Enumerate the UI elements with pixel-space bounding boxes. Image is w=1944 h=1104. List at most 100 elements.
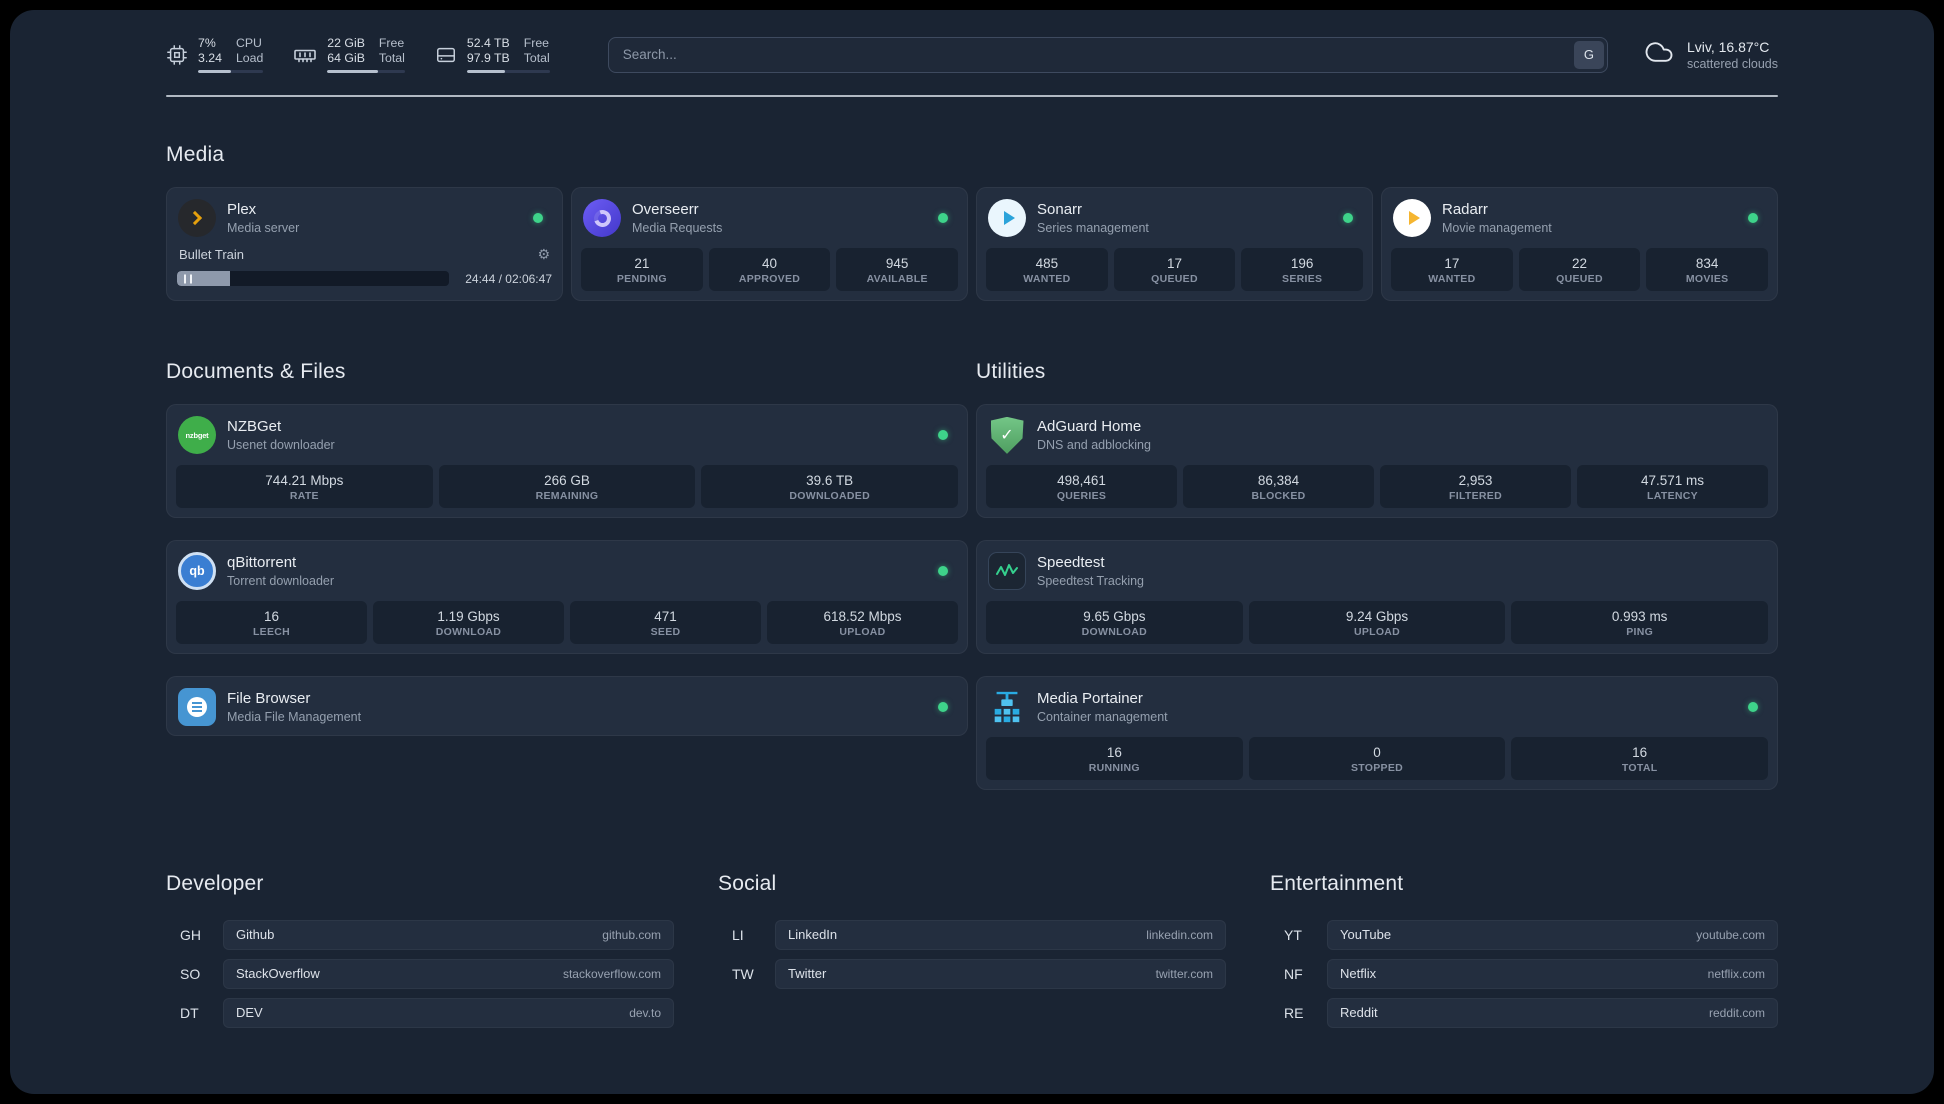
search-provider-button[interactable]: G	[1573, 40, 1604, 69]
bookmark-link[interactable]: YouTube youtube.com	[1327, 919, 1778, 950]
bookmark-link[interactable]: Reddit reddit.com	[1327, 997, 1778, 1028]
section-title-utilities: Utilities	[976, 360, 1046, 384]
service-card-qbittorrent[interactable]: qb qBittorrent Torrent downloader 16 LEE…	[166, 540, 968, 655]
bookmark-linkedin: LI LinkedIn linkedin.com	[718, 919, 1226, 950]
bookmark-link[interactable]: Netflix netflix.com	[1327, 958, 1778, 989]
portainer-icon	[988, 688, 1026, 726]
section-title-media: Media	[166, 143, 225, 166]
service-subtitle: DNS and adblocking	[1037, 438, 1151, 453]
radarr-icon	[1393, 199, 1431, 237]
bookmark-abbr: YT	[1284, 926, 1302, 943]
bookmark-abbr: TW	[732, 965, 754, 982]
memory-total-label: Total	[378, 50, 405, 65]
bookmark-link[interactable]: StackOverflow stackoverflow.com	[223, 958, 674, 989]
stat-queries: 498,461 QUERIES	[986, 465, 1177, 509]
stat-seed: 471 SEED	[570, 601, 761, 645]
stat-rate: 744.21 Mbps RATE	[176, 465, 433, 509]
bookmark-group-social: Social LI LinkedIn linkedin.com TW Twitt…	[718, 854, 1226, 1036]
cpu-bar	[198, 70, 264, 73]
stat-ping: 0.993 ms PING	[1511, 601, 1769, 645]
disk-total-label: Total	[523, 50, 550, 65]
disk-icon	[435, 44, 457, 66]
media-cards-row: Plex Media server Bullet Train ⚙ 24:44 /…	[166, 187, 1778, 301]
service-card-nzbget[interactable]: nzbget NZBGet Usenet downloader 744.21 M…	[166, 404, 968, 519]
bookmark-netflix: NF Netflix netflix.com	[1270, 958, 1778, 989]
speedtest-icon	[988, 552, 1026, 591]
stat-running: 16 RUNNING	[986, 737, 1243, 781]
service-card-adguard[interactable]: ✓ AdGuard Home DNS and adblocking 498,46…	[976, 404, 1778, 519]
bookmark-link[interactable]: DEV dev.to	[223, 997, 674, 1028]
service-subtitle: Series management	[1037, 221, 1149, 235]
bookmark-abbr: SO	[180, 965, 201, 982]
service-card-overseerr[interactable]: Overseerr Media Requests 21 PENDING 40 A…	[571, 187, 968, 301]
bookmark-group-developer: Developer GH Github github.com SO StackO…	[166, 854, 674, 1036]
bookmark-github: GH Github github.com	[166, 919, 674, 950]
stat-queued: 22 QUEUED	[1518, 248, 1641, 291]
cpu-widget: 7% 3.24 CPU Load	[166, 36, 264, 73]
memory-total: 64 GiB	[327, 50, 365, 65]
service-subtitle: Speedtest Tracking	[1037, 574, 1145, 589]
section-title-entertainment: Entertainment	[1270, 871, 1404, 895]
service-card-speedtest[interactable]: Speedtest Speedtest Tracking 9.65 Gbps D…	[976, 540, 1778, 655]
stat-latency: 47.571 ms LATENCY	[1577, 465, 1768, 509]
stat-movies: 834 MOVIES	[1646, 248, 1769, 291]
bookmark-abbr: RE	[1284, 1004, 1304, 1021]
service-subtitle: Movie management	[1442, 221, 1552, 235]
bookmark-stackoverflow: SO StackOverflow stackoverflow.com	[166, 958, 674, 989]
bookmark-youtube: YT YouTube youtube.com	[1270, 919, 1778, 950]
memory-free: 22 GiB	[327, 36, 365, 50]
topbar: 7% 3.24 CPU Load 22 GiB 64 GiB Free Tota…	[166, 10, 1778, 73]
qbittorrent-icon: qb	[178, 552, 216, 591]
service-name: NZBGet	[227, 418, 282, 436]
weather-condition: scattered clouds	[1686, 56, 1778, 71]
stat-remaining: 266 GB REMAINING	[438, 465, 696, 509]
stat-upload: 618.52 Mbps UPLOAD	[767, 601, 958, 645]
service-card-radarr[interactable]: Radarr Movie management 17 WANTED 22 QUE…	[1381, 187, 1778, 301]
stat-upload: 9.24 Gbps UPLOAD	[1248, 601, 1506, 645]
service-subtitle: Usenet downloader	[227, 438, 335, 453]
bookmark-dev: DT DEV dev.to	[166, 997, 674, 1028]
cpu-load-label: Load	[235, 50, 264, 65]
playback-progress-bar[interactable]	[177, 271, 450, 286]
service-subtitle: Container management	[1037, 710, 1168, 725]
cpu-percent: 7%	[198, 36, 216, 50]
service-card-sonarr[interactable]: Sonarr Series management 485 WANTED 17 Q…	[976, 187, 1373, 301]
bookmark-link[interactable]: Twitter twitter.com	[775, 958, 1226, 989]
status-dot	[1748, 702, 1758, 713]
service-name: qBittorrent	[227, 554, 297, 572]
stat-downloaded: 39.6 TB DOWNLOADED	[701, 465, 959, 509]
status-dot	[1343, 213, 1353, 223]
overseerr-icon	[583, 199, 621, 237]
service-card-portainer[interactable]: Media Portainer Container management 16 …	[976, 676, 1778, 791]
pause-icon[interactable]	[184, 274, 192, 283]
service-subtitle: Torrent downloader	[227, 574, 335, 589]
playback-time: 24:44 / 02:06:47	[465, 271, 552, 286]
weather-location: Lviv, 16.87°C	[1686, 38, 1770, 55]
nzbget-icon: nzbget	[178, 416, 216, 455]
bookmark-link[interactable]: LinkedIn linkedin.com	[775, 919, 1226, 950]
gear-icon[interactable]: ⚙	[537, 246, 550, 263]
service-name: Media Portainer	[1037, 690, 1143, 708]
bookmark-link[interactable]: Github github.com	[223, 919, 674, 950]
bookmark-group-entertainment: Entertainment YT YouTube youtube.com NF …	[1270, 854, 1778, 1036]
service-card-filebrowser[interactable]: File Browser Media File Management	[166, 676, 968, 737]
service-subtitle: Media File Management	[227, 710, 362, 725]
plex-icon	[178, 199, 216, 237]
service-card-plex[interactable]: Plex Media server Bullet Train ⚙ 24:44 /…	[166, 187, 563, 301]
bookmark-abbr: GH	[180, 926, 201, 943]
status-dot	[533, 213, 543, 223]
service-subtitle: Media server	[227, 221, 300, 235]
search-bar: G	[607, 36, 1608, 73]
bookmark-abbr: LI	[732, 926, 744, 943]
section-title-social: Social	[718, 871, 777, 895]
sonarr-icon	[988, 199, 1026, 237]
search-input[interactable]	[607, 36, 1608, 73]
memory-free-label: Free	[378, 36, 405, 50]
service-name: Radarr	[1442, 201, 1488, 218]
memory-widget: 22 GiB 64 GiB Free Total	[293, 36, 405, 73]
cpu-load: 3.24	[198, 50, 222, 65]
cloud-icon	[1642, 37, 1676, 72]
service-name: Sonarr	[1037, 201, 1083, 218]
dashboard: 7% 3.24 CPU Load 22 GiB 64 GiB Free Tota…	[10, 10, 1934, 1094]
stat-available: 945 AVAILABLE	[836, 248, 959, 291]
